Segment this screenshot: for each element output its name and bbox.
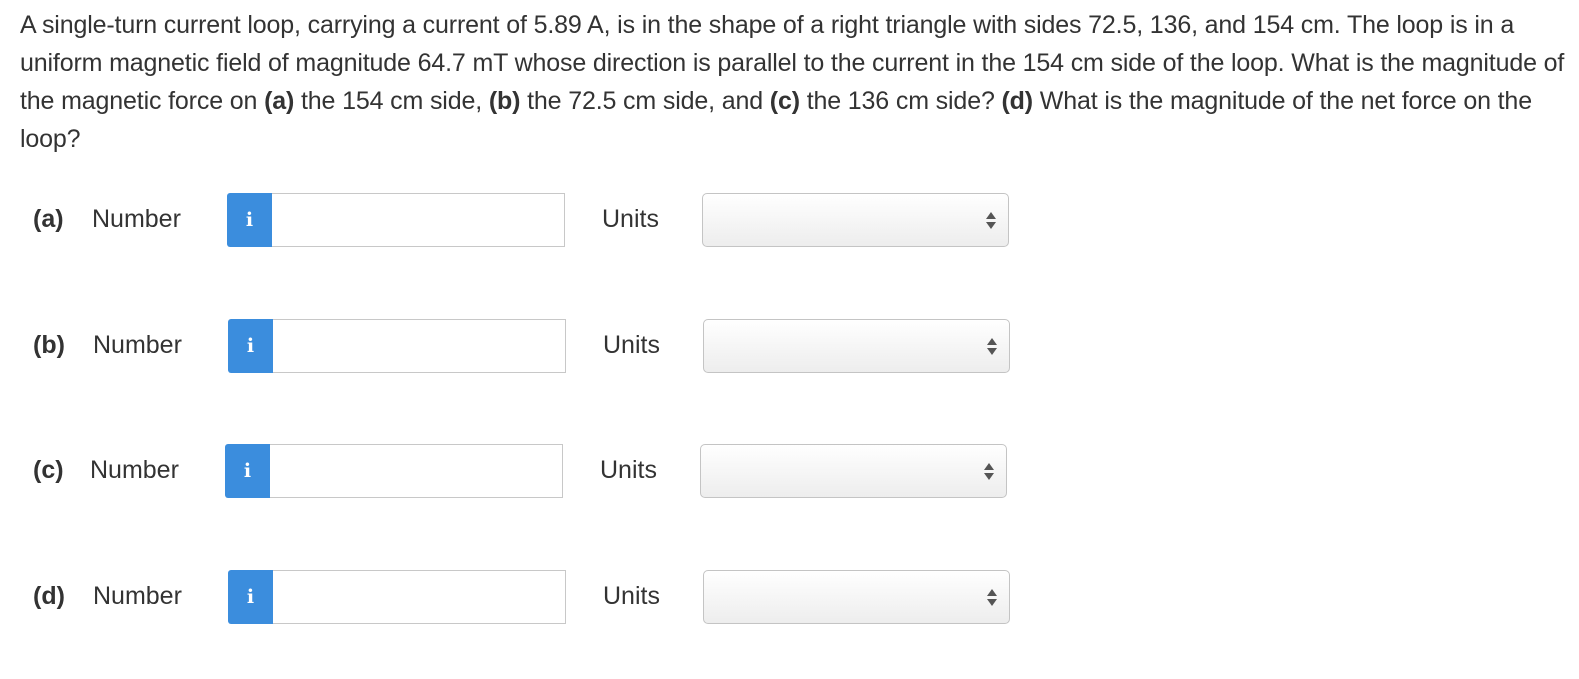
- number-input-c[interactable]: [270, 444, 563, 498]
- number-input-d[interactable]: [273, 570, 566, 624]
- units-select-c[interactable]: [700, 444, 1007, 498]
- up-down-arrows-icon: [987, 338, 997, 356]
- info-icon[interactable]: i: [225, 444, 270, 498]
- answer-row-c: (c) Number i Units: [0, 444, 1579, 500]
- info-icon[interactable]: i: [228, 319, 273, 373]
- number-input-b[interactable]: [273, 319, 566, 373]
- number-label-a: Number: [92, 205, 181, 233]
- part-label-a: (a): [33, 205, 64, 233]
- number-label-c: Number: [90, 456, 179, 484]
- units-select-b[interactable]: [703, 319, 1010, 373]
- part-label-c: (c): [33, 456, 64, 484]
- number-label-d: Number: [93, 582, 182, 610]
- number-label-b: Number: [93, 331, 182, 359]
- up-down-arrows-icon: [987, 589, 997, 607]
- answer-row-b: (b) Number i Units: [0, 319, 1579, 375]
- units-label-c: Units: [600, 456, 657, 484]
- up-down-arrows-icon: [986, 212, 996, 230]
- question-segment: (c): [769, 87, 800, 115]
- question-segment: the 154 cm side,: [294, 87, 489, 115]
- info-icon[interactable]: i: [228, 570, 273, 624]
- question-text: A single-turn current loop, carrying a c…: [20, 6, 1565, 158]
- answer-row-d: (d) Number i Units: [0, 570, 1579, 626]
- units-select-a[interactable]: [702, 193, 1009, 247]
- question-segment: (a): [264, 87, 295, 115]
- question-segment: the 136 cm side?: [799, 87, 1002, 115]
- units-select-d[interactable]: [703, 570, 1010, 624]
- number-input-a[interactable]: [272, 193, 565, 247]
- up-down-arrows-icon: [984, 463, 994, 481]
- part-label-b: (b): [33, 331, 65, 359]
- question-segment: (d): [1001, 87, 1034, 115]
- units-label-b: Units: [603, 331, 660, 359]
- question-segment: the 72.5 cm side, and: [520, 87, 770, 115]
- answer-row-a: (a) Number i Units: [0, 193, 1579, 249]
- info-icon[interactable]: i: [227, 193, 272, 247]
- question-segment: (b): [488, 87, 521, 115]
- part-label-d: (d): [33, 582, 65, 610]
- units-label-d: Units: [603, 582, 660, 610]
- units-label-a: Units: [602, 205, 659, 233]
